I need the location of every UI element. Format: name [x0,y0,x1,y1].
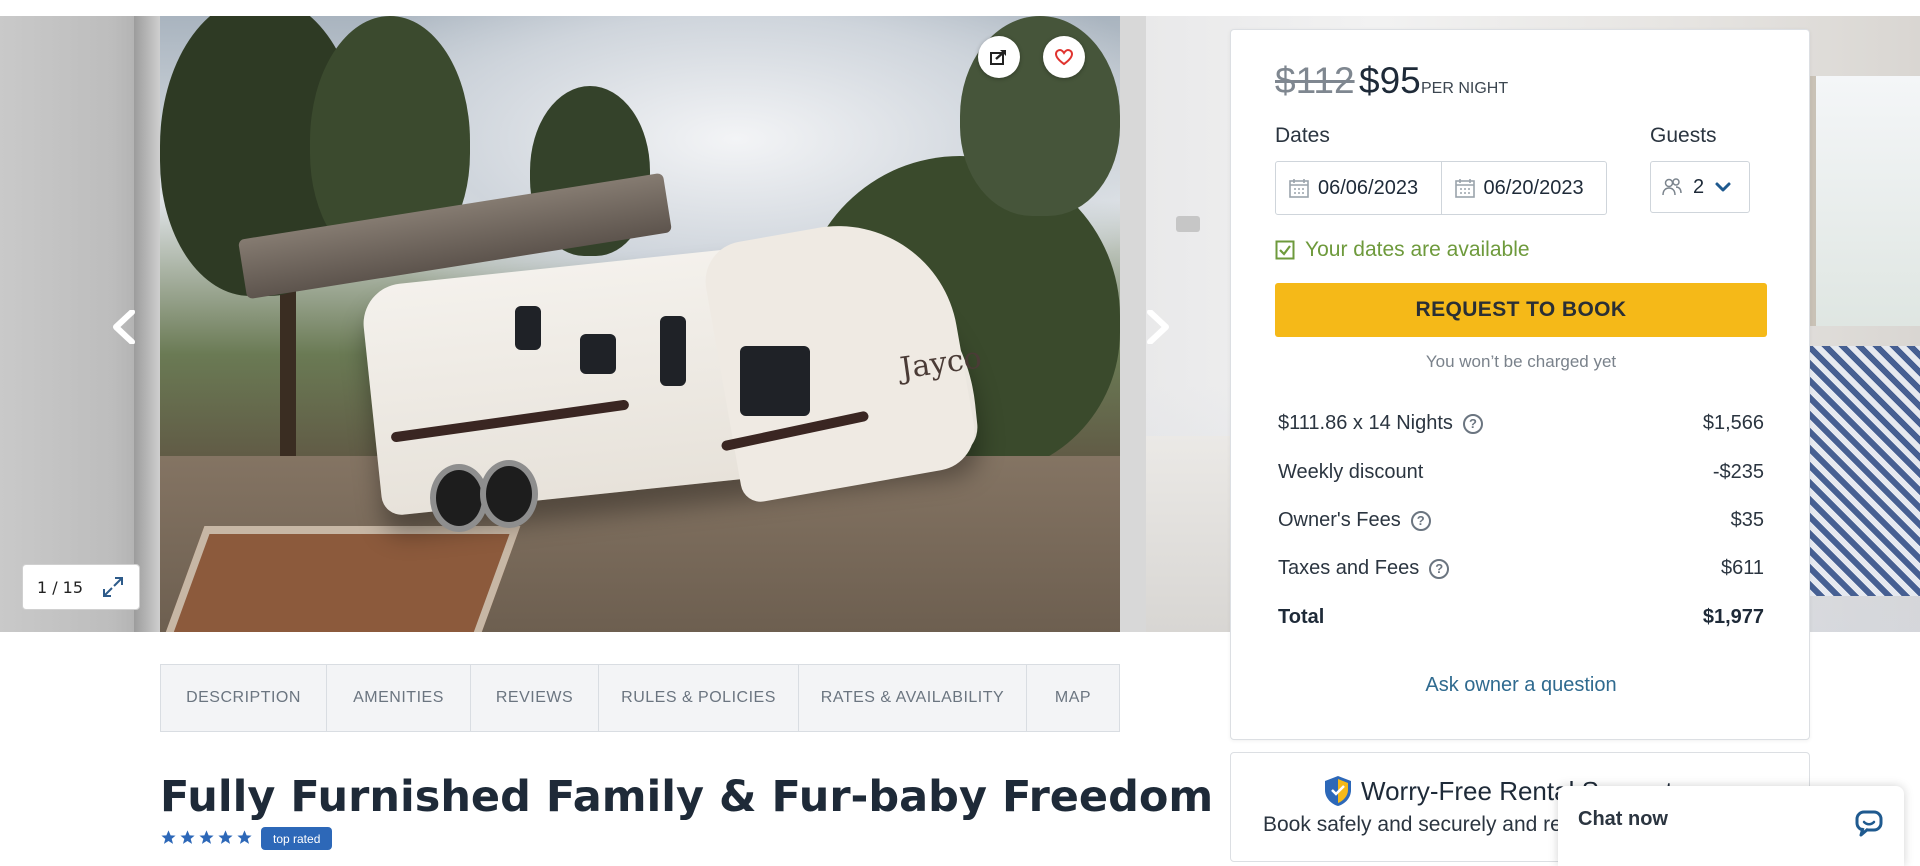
star-icon [237,830,252,844]
top-bar [0,0,1920,16]
price-line-amount: $1,977 [1702,606,1764,628]
booking-card: $112 $95 PER NIGHT Dates Guests 06/06/20… [1230,29,1810,740]
price-line-label: Weekly discount [1278,461,1424,483]
star-icon [180,830,195,844]
photo-rv-window [660,316,686,386]
listing-tabs: DESCRIPTION AMENITIES REVIEWS RULES & PO… [160,664,1120,732]
price-line-label: $111.86 x 14 Nights [1278,412,1453,434]
photo-rv-wheel [480,460,538,528]
help-icon[interactable]: ? [1462,413,1483,434]
date-range-picker: 06/06/2023 06/20/2023 [1275,161,1607,215]
heart-icon [1054,48,1074,66]
share-button[interactable] [978,36,1020,78]
photo-counter-text: 1 / 15 [36,577,84,597]
availability-text: Your dates are available [1305,238,1530,261]
original-price: $112 [1275,60,1355,101]
photo-counter[interactable]: 1 / 15 [22,564,140,610]
favorite-button[interactable] [1043,36,1085,78]
price-line-nights: $111.86 x 14 Nights? $1,566 [1278,412,1764,435]
discounted-price: $95 [1359,60,1421,101]
calendar-icon [1454,179,1475,198]
chat-now-label: Chat now [1578,808,1668,830]
photo-rv-window [515,306,541,350]
tab-rates-availability[interactable]: RATES & AVAILABILITY [799,665,1027,731]
checkbox-check-icon [1275,240,1295,260]
tab-amenities[interactable]: AMENITIES [327,665,471,731]
star-icon [218,830,233,844]
price-line-label: Owner's Fees [1278,509,1401,531]
price-line-total: Total $1,977 [1278,606,1764,629]
photo-rv-window [740,346,810,416]
price-line-amount: $1,566 [1702,412,1764,434]
tab-map[interactable]: MAP [1027,665,1119,731]
ask-owner-link[interactable]: Ask owner a question [1275,674,1767,697]
price-line-owner-fees: Owner's Fees? $35 [1278,509,1764,532]
per-night-label: PER NIGHT [1421,80,1509,97]
previous-photo-arrow-icon[interactable] [108,310,142,344]
guests-value: 2 [1693,175,1705,198]
photo-rug [160,526,521,632]
price-line-taxes-fees: Taxes and Fees? $611 [1278,557,1764,580]
tab-description[interactable]: DESCRIPTION [161,665,327,731]
preview-switch [1176,216,1200,232]
people-icon [1662,178,1682,196]
listing-title: Fully Furnished Family & Fur-baby Freedo… [160,772,1295,822]
calendar-icon [1289,179,1309,198]
check-out-field[interactable]: 06/20/2023 [1440,162,1607,214]
star-icon [199,830,214,844]
tab-rules-policies[interactable]: RULES & POLICIES [599,665,799,731]
help-icon[interactable]: ? [1410,510,1431,531]
shield-icon [1325,776,1351,806]
main-photo[interactable]: Jayco [160,16,1120,632]
tab-reviews[interactable]: REVIEWS [471,665,599,731]
availability-status: Your dates are available [1275,238,1530,262]
guests-label: Guests [1650,124,1717,147]
check-out-date: 06/20/2023 [1483,176,1584,199]
rating-stars [160,829,253,846]
expand-icon[interactable] [101,575,125,599]
request-to-book-button[interactable]: REQUEST TO BOOK [1275,283,1767,337]
share-icon [990,50,1006,65]
price-line-weekly-discount: Weekly discount -$235 [1278,461,1764,484]
next-photo-arrow-icon[interactable] [1140,310,1174,344]
check-in-date: 06/06/2023 [1318,176,1419,199]
chat-bubble-icon [1855,810,1883,837]
price-line-amount: $35 [1730,509,1764,531]
charge-note: You won’t be charged yet [1425,352,1617,371]
help-icon[interactable]: ? [1429,558,1450,579]
preview-window [1806,76,1920,326]
price-line-amount: $611 [1720,557,1764,579]
price-line-amount: -$235 [1712,461,1764,483]
chat-widget[interactable]: Chat now [1558,786,1904,866]
dates-label: Dates [1275,124,1330,147]
price-line-label: Taxes and Fees [1278,557,1420,579]
chevron-down-icon [1715,182,1731,192]
price-line-label: Total [1278,606,1325,628]
check-in-field[interactable]: 06/06/2023 [1276,162,1441,214]
guests-select[interactable]: 2 [1650,161,1750,213]
photo-rv-window [580,334,616,374]
star-icon [161,830,176,844]
top-rated-badge: top rated [261,827,333,850]
